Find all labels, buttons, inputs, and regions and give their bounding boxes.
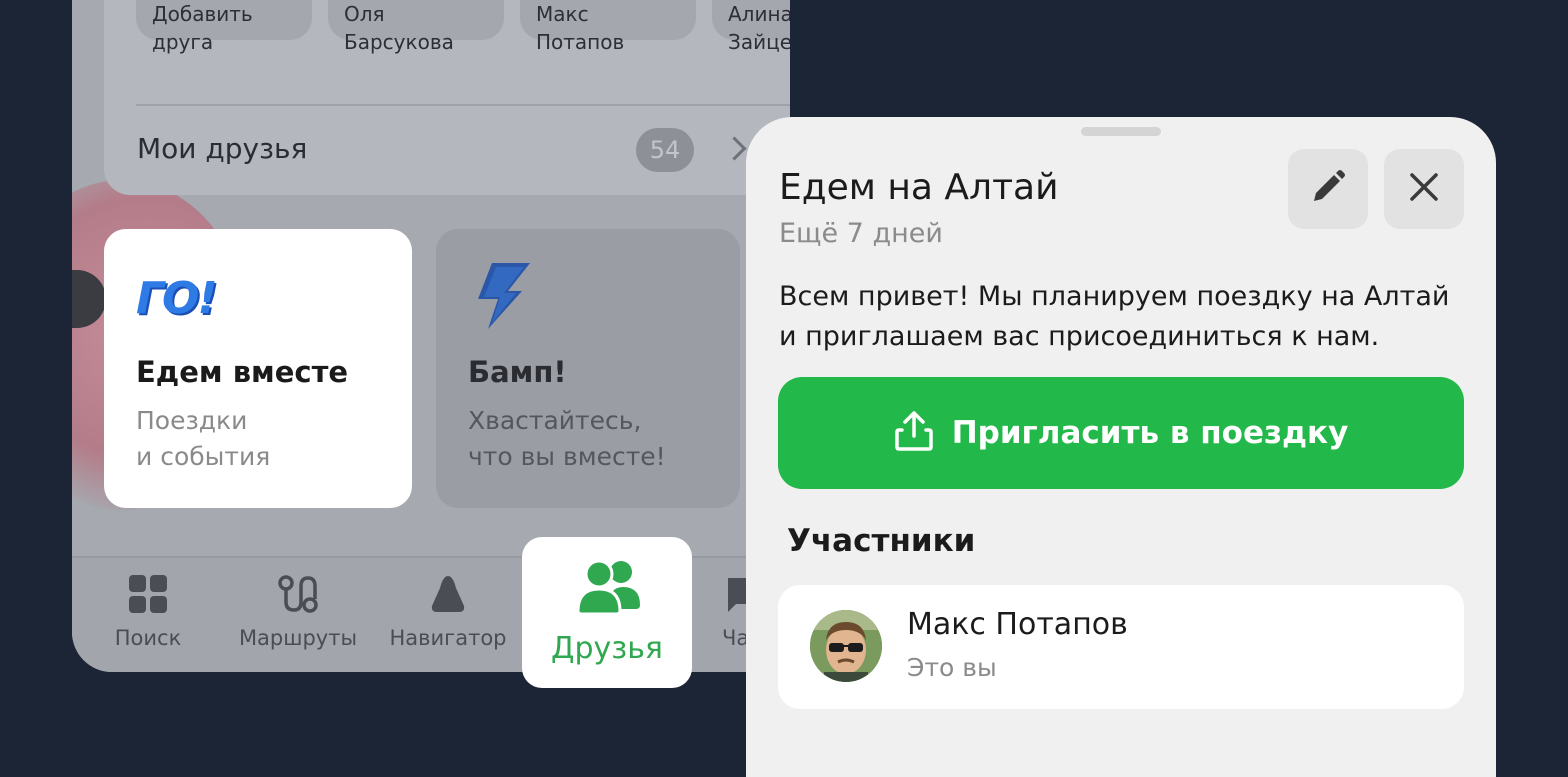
avatar [810,610,882,682]
pencil-icon [1310,169,1346,209]
promo-card-bump[interactable]: Бамп! Хвастайтесь, что вы вместе! [436,229,740,508]
close-button[interactable] [1384,149,1464,229]
promo-subtitle: Поездки и события [136,406,271,471]
friends-count-badge: 54 [636,128,694,172]
divider [136,104,790,106]
tab-search[interactable]: Поиск [108,572,188,650]
trip-bottom-sheet: Едем на Алтай Ещё 7 дней Всем привет! Мы… [746,117,1496,777]
promo-title: Едем вместе [136,355,349,389]
promo-card-together[interactable]: ГО! Едем вместе Поездки и события [104,229,412,508]
navigator-icon [388,572,508,616]
sheet-grabber[interactable] [1081,127,1161,136]
lightning-icon [478,263,530,333]
chevron-right-icon [722,136,747,161]
trip-countdown: Ещё 7 дней [779,218,943,249]
invite-button[interactable]: Пригласить в поездку [778,377,1464,489]
add-friend-chip[interactable]: Добавить друга [136,0,312,54]
invite-button-label: Пригласить в поездку [951,415,1349,451]
participants-heading: Участники [787,523,976,559]
friends-card: Добавить друга Оля Барсукова Макс Потапо… [104,0,790,195]
trip-title: Едем на Алтай [779,167,1059,208]
trip-description: Всем привет! Мы планируем поездку на Алт… [779,281,1450,352]
friends-icon [576,559,640,619]
close-icon [1409,172,1439,206]
tab-routes[interactable]: Маршруты [238,572,358,650]
friend-chip[interactable]: Оля Барсукова [328,0,504,54]
participant-note: Это вы [907,653,997,682]
share-icon [894,410,934,456]
grid-icon [108,572,188,616]
promo-title: Бамп! [468,355,567,389]
tab-navigator[interactable]: Навигатор [388,572,508,650]
promo-subtitle: Хвастайтесь, что вы вместе! [468,406,666,471]
friend-chip[interactable]: Алина Зайце [712,0,790,54]
my-friends-link[interactable]: Мои друзья [137,132,307,165]
tab-friends[interactable]: Друзья [522,537,692,688]
friend-chip[interactable]: Макс Потапов [520,0,696,54]
participant-name: Макс Потапов [907,607,1128,642]
go-logo: ГО! [136,273,218,324]
edit-button[interactable] [1288,149,1368,229]
tab-friends-label: Друзья [551,631,663,666]
participant-row[interactable]: Макс Потапов Это вы [778,585,1464,709]
route-icon [238,572,358,616]
